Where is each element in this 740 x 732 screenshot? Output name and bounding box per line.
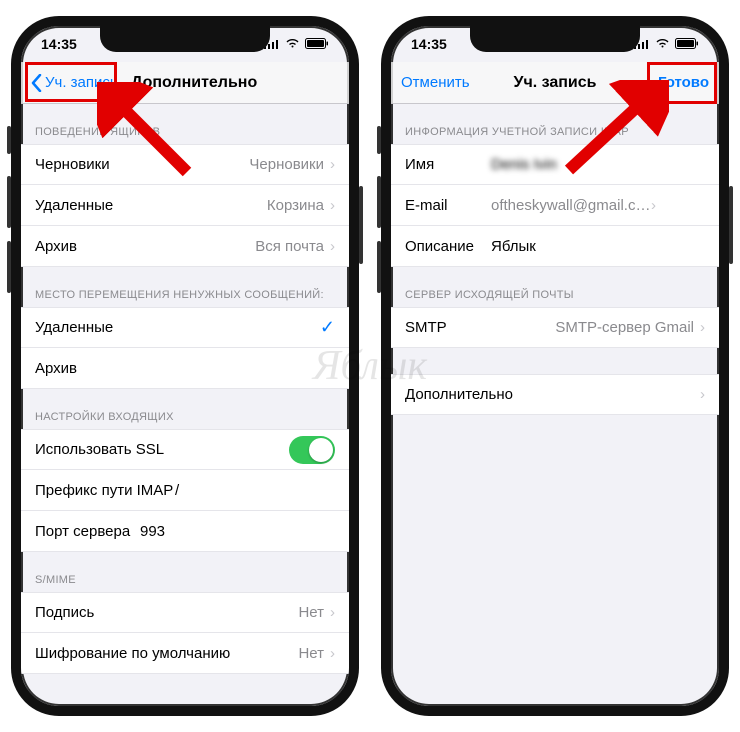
row-description[interactable]: Описание Яблык: [391, 226, 719, 267]
content-scroll[interactable]: Поведение ящиков Черновики Черновики › У…: [21, 104, 349, 706]
chevron-right-icon: ›: [700, 386, 705, 403]
status-time: 14:35: [41, 36, 77, 52]
row-encrypt[interactable]: Шифрование по умолчанию Нет ›: [21, 633, 349, 674]
ssl-label: Использовать SSL: [35, 441, 289, 458]
server-port-label: Порт сервера: [35, 523, 140, 540]
move-deleted-label: Удаленные: [35, 319, 320, 336]
battery-icon: [305, 36, 329, 52]
chevron-right-icon: ›: [330, 238, 335, 255]
row-advanced[interactable]: Дополнительно ›: [391, 374, 719, 415]
row-name[interactable]: Имя Denis Ivin: [391, 144, 719, 185]
drafts-label: Черновики: [35, 156, 249, 173]
section-header-outgoing: Сервер исходящей почты: [391, 267, 719, 307]
section-header-smime: S/MIME: [21, 552, 349, 592]
row-drafts[interactable]: Черновики Черновики ›: [21, 144, 349, 185]
row-imap-prefix[interactable]: Префикс пути IMAP /: [21, 470, 349, 511]
chevron-left-icon: [31, 74, 42, 92]
chevron-right-icon: ›: [700, 319, 705, 336]
nav-bar: Уч. запись Дополнительно: [21, 62, 349, 104]
notch: [470, 26, 640, 52]
archive-label: Архив: [35, 238, 255, 255]
desc-value[interactable]: Яблык: [491, 238, 651, 255]
advanced-label: Дополнительно: [405, 386, 700, 403]
sign-value: Нет: [298, 604, 324, 621]
phone-left-wrapper: 14:35 Уч. запись Дополнительно Поведение…: [11, 16, 359, 716]
status-time: 14:35: [411, 36, 447, 52]
encrypt-label: Шифрование по умолчанию: [35, 645, 298, 662]
cancel-button[interactable]: Отменить: [401, 74, 470, 91]
server-port-value[interactable]: 993: [140, 523, 300, 540]
chevron-right-icon: ›: [330, 604, 335, 621]
move-archive-label: Архив: [35, 360, 335, 377]
section-header-move: Место перемещения ненужных сообщений:: [21, 267, 349, 307]
chevron-right-icon: ›: [330, 645, 335, 662]
section-header-mailbox: Поведение ящиков: [21, 104, 349, 144]
section-header-incoming: Настройки входящих: [21, 389, 349, 429]
wifi-icon: [285, 36, 300, 52]
sign-label: Подпись: [35, 604, 298, 621]
email-value: oftheskywall@gmail.com: [491, 197, 651, 214]
row-deleted[interactable]: Удаленные Корзина ›: [21, 185, 349, 226]
stage: 14:35 Уч. запись Дополнительно Поведение…: [0, 0, 740, 732]
row-sign[interactable]: Подпись Нет ›: [21, 592, 349, 633]
row-server-port[interactable]: Порт сервера 993: [21, 511, 349, 552]
chevron-right-icon: ›: [651, 197, 656, 214]
phone-left: 14:35 Уч. запись Дополнительно Поведение…: [11, 16, 359, 716]
nav-bar: Отменить Уч. запись Готово: [391, 62, 719, 104]
name-value[interactable]: Denis Ivin: [491, 156, 651, 173]
done-button[interactable]: Готово: [658, 74, 709, 91]
row-move-archive[interactable]: Архив: [21, 348, 349, 389]
content-scroll[interactable]: Информация учетной записи IMAP Имя Denis…: [391, 104, 719, 706]
email-label: E-mail: [405, 197, 491, 214]
name-label: Имя: [405, 156, 491, 173]
status-indicators: [264, 36, 329, 52]
desc-label: Описание: [405, 238, 491, 255]
smtp-value: SMTP-сервер Gmail: [555, 319, 694, 336]
phone-right-wrapper: 14:35 Отменить Уч. запись Готово Информа…: [381, 16, 729, 716]
row-smtp[interactable]: SMTP SMTP-сервер Gmail ›: [391, 307, 719, 348]
chevron-right-icon: ›: [330, 156, 335, 173]
section-header-info: Информация учетной записи IMAP: [391, 104, 719, 144]
smtp-label: SMTP: [405, 319, 555, 336]
back-button[interactable]: Уч. запись: [31, 74, 118, 92]
ssl-switch[interactable]: [289, 436, 335, 464]
notch: [100, 26, 270, 52]
status-indicators: [634, 36, 699, 52]
drafts-value: Черновики: [249, 156, 324, 173]
imap-prefix-value[interactable]: /: [175, 482, 335, 499]
back-label: Уч. запись: [45, 74, 118, 91]
imap-prefix-label: Префикс пути IMAP: [35, 482, 175, 499]
check-icon: ✓: [320, 317, 335, 338]
deleted-label: Удаленные: [35, 197, 267, 214]
row-email[interactable]: E-mail oftheskywall@gmail.com ›: [391, 185, 719, 226]
chevron-right-icon: ›: [330, 197, 335, 214]
phone-right: 14:35 Отменить Уч. запись Готово Информа…: [381, 16, 729, 716]
row-move-deleted[interactable]: Удаленные ✓: [21, 307, 349, 348]
wifi-icon: [655, 36, 670, 52]
deleted-value: Корзина: [267, 197, 324, 214]
encrypt-value: Нет: [298, 645, 324, 662]
archive-value: Вся почта: [255, 238, 324, 255]
row-ssl[interactable]: Использовать SSL: [21, 429, 349, 470]
row-archive[interactable]: Архив Вся почта ›: [21, 226, 349, 267]
battery-icon: [675, 36, 699, 52]
